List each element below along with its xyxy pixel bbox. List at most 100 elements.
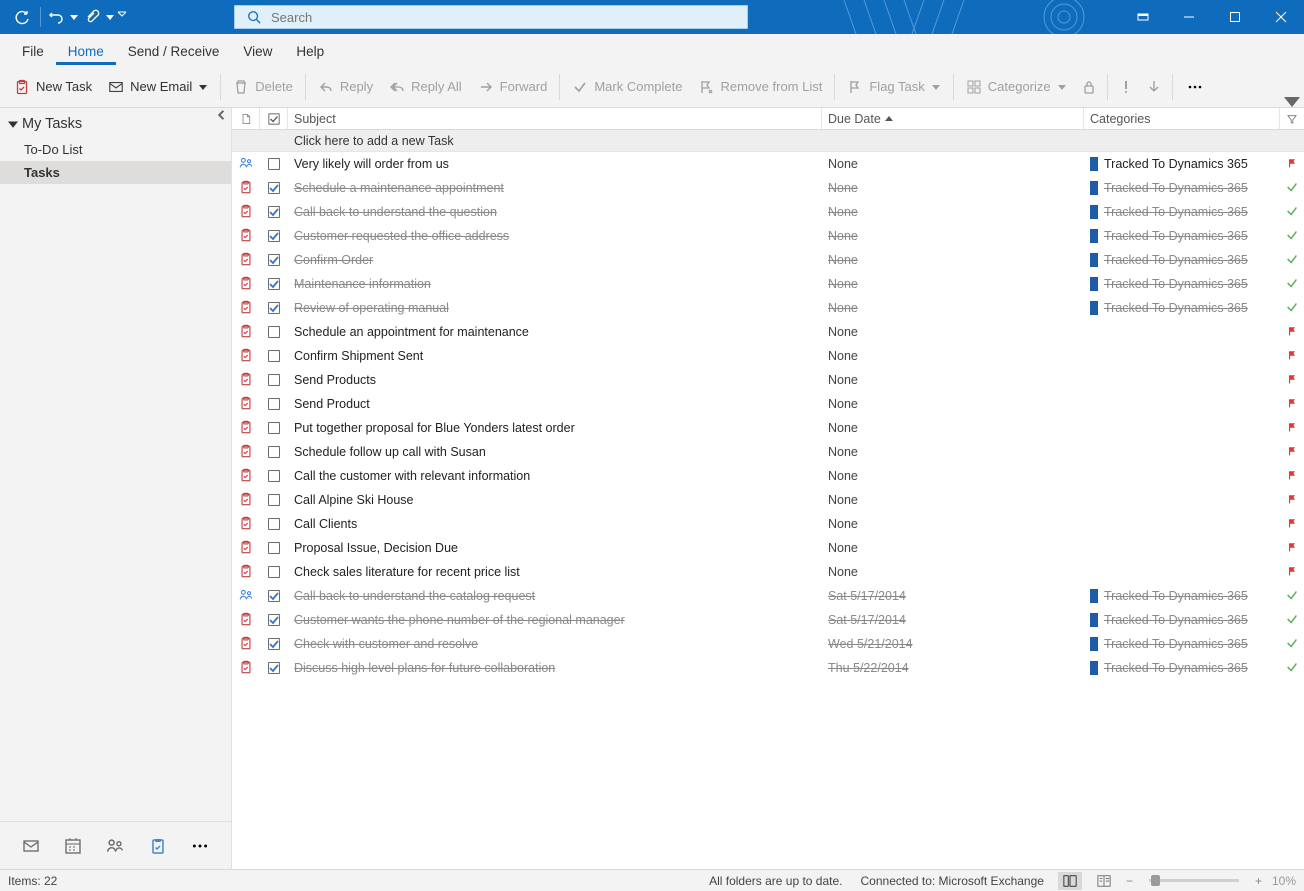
nav-calendar-icon[interactable]	[62, 835, 84, 857]
undo-dropdown[interactable]	[69, 13, 79, 21]
task-row[interactable]: Call Alpine Ski HouseNone	[232, 488, 1304, 512]
flag-icon[interactable]	[1286, 565, 1298, 580]
complete-checkbox[interactable]	[268, 446, 280, 458]
complete-icon[interactable]	[1285, 612, 1299, 629]
complete-checkbox[interactable]	[268, 278, 280, 290]
task-row[interactable]: Call the customer with relevant informat…	[232, 464, 1304, 488]
high-importance-button[interactable]	[1112, 70, 1140, 104]
complete-icon[interactable]	[1285, 180, 1299, 197]
task-row[interactable]: Schedule a maintenance appointmentNoneTr…	[232, 176, 1304, 200]
add-task-row[interactable]: Click here to add a new Task	[232, 130, 1304, 152]
categorize-button[interactable]: Categorize	[958, 70, 1075, 104]
task-row[interactable]: Send ProductNone	[232, 392, 1304, 416]
collapse-nav-button[interactable]	[215, 108, 229, 122]
task-row[interactable]: Send ProductsNone	[232, 368, 1304, 392]
low-importance-button[interactable]	[1140, 70, 1168, 104]
menu-help[interactable]: Help	[284, 40, 336, 65]
flag-icon[interactable]	[1286, 493, 1298, 508]
reply-all-button[interactable]: Reply All	[381, 70, 470, 104]
complete-checkbox[interactable]	[268, 326, 280, 338]
complete-checkbox[interactable]	[268, 422, 280, 434]
qat-more[interactable]	[117, 3, 133, 31]
task-row[interactable]: Customer wants the phone number of the r…	[232, 608, 1304, 632]
complete-checkbox[interactable]	[268, 254, 280, 266]
private-button[interactable]	[1075, 70, 1103, 104]
complete-checkbox[interactable]	[268, 542, 280, 554]
close-button[interactable]	[1258, 0, 1304, 34]
complete-checkbox[interactable]	[268, 302, 280, 314]
complete-checkbox[interactable]	[268, 182, 280, 194]
complete-icon[interactable]	[1285, 276, 1299, 293]
nav-tasks-icon[interactable]	[147, 835, 169, 857]
task-row[interactable]: Very likely will order from usNoneTracke…	[232, 152, 1304, 176]
complete-checkbox[interactable]	[268, 470, 280, 482]
forward-button[interactable]: Forward	[470, 70, 556, 104]
flag-icon[interactable]	[1286, 157, 1298, 172]
menu-view[interactable]: View	[231, 40, 284, 65]
complete-checkbox[interactable]	[268, 566, 280, 578]
complete-checkbox[interactable]	[268, 350, 280, 362]
maximize-button[interactable]	[1212, 0, 1258, 34]
nav-tasks[interactable]: Tasks	[0, 161, 231, 184]
task-row[interactable]: Review of operating manualNoneTracked To…	[232, 296, 1304, 320]
col-type[interactable]	[232, 108, 260, 129]
flag-icon[interactable]	[1286, 373, 1298, 388]
delete-button[interactable]: Delete	[225, 70, 301, 104]
col-categories[interactable]: Categories	[1084, 108, 1280, 129]
col-filter[interactable]	[1280, 108, 1304, 129]
col-complete[interactable]	[260, 108, 288, 129]
complete-checkbox[interactable]	[268, 398, 280, 410]
task-row[interactable]: Call back to understand the catalog requ…	[232, 584, 1304, 608]
normal-view-button[interactable]	[1058, 872, 1082, 890]
col-subject[interactable]: Subject	[288, 108, 822, 129]
nav-mail-icon[interactable]	[20, 835, 42, 857]
remove-from-list-button[interactable]: Remove from List	[690, 70, 830, 104]
new-task-button[interactable]: New Task	[6, 70, 100, 104]
add-task-prompt[interactable]: Click here to add a new Task	[288, 130, 822, 151]
flag-icon[interactable]	[1286, 421, 1298, 436]
flag-task-button[interactable]: Flag Task	[839, 70, 948, 104]
nav-more-icon[interactable]	[189, 835, 211, 857]
reading-view-button[interactable]	[1092, 872, 1116, 890]
complete-checkbox[interactable]	[268, 494, 280, 506]
complete-icon[interactable]	[1285, 588, 1299, 605]
menu-home[interactable]: Home	[56, 40, 116, 65]
new-email-button[interactable]: New Email	[100, 70, 216, 104]
task-row[interactable]: Proposal Issue, Decision DueNone	[232, 536, 1304, 560]
task-row[interactable]: Confirm OrderNoneTracked To Dynamics 365	[232, 248, 1304, 272]
task-row[interactable]: Schedule follow up call with SusanNone	[232, 440, 1304, 464]
my-tasks-header[interactable]: My Tasks	[0, 108, 231, 138]
complete-icon[interactable]	[1285, 300, 1299, 317]
reply-button[interactable]: Reply	[310, 70, 381, 104]
complete-checkbox[interactable]	[268, 662, 280, 674]
complete-checkbox[interactable]	[268, 518, 280, 530]
col-due-date[interactable]: Due Date	[822, 108, 1084, 129]
complete-checkbox[interactable]	[268, 230, 280, 242]
flag-icon[interactable]	[1286, 325, 1298, 340]
task-row[interactable]: Customer requested the office addressNon…	[232, 224, 1304, 248]
task-row[interactable]: Schedule an appointment for maintenanceN…	[232, 320, 1304, 344]
menu-file[interactable]: File	[10, 40, 56, 65]
mark-complete-button[interactable]: Mark Complete	[564, 70, 690, 104]
complete-icon[interactable]	[1285, 636, 1299, 653]
sync-button[interactable]	[8, 3, 36, 31]
nav-people-icon[interactable]	[104, 835, 126, 857]
collapse-ribbon-button[interactable]	[1284, 93, 1300, 109]
task-row[interactable]: Call back to understand the questionNone…	[232, 200, 1304, 224]
more-commands-button[interactable]	[1181, 70, 1209, 104]
complete-checkbox[interactable]	[268, 590, 280, 602]
zoom-out-button[interactable]: −	[1126, 874, 1133, 888]
minimize-button[interactable]	[1166, 0, 1212, 34]
task-row[interactable]: Discuss high level plans for future coll…	[232, 656, 1304, 680]
undo-button[interactable]	[45, 3, 67, 31]
task-row[interactable]: Maintenance informationNoneTracked To Dy…	[232, 272, 1304, 296]
menu-send-receive[interactable]: Send / Receive	[116, 40, 232, 65]
flag-icon[interactable]	[1286, 397, 1298, 412]
task-row[interactable]: Check sales literature for recent price …	[232, 560, 1304, 584]
complete-icon[interactable]	[1285, 204, 1299, 221]
flag-icon[interactable]	[1286, 541, 1298, 556]
flag-icon[interactable]	[1286, 349, 1298, 364]
flag-icon[interactable]	[1286, 469, 1298, 484]
complete-icon[interactable]	[1285, 228, 1299, 245]
complete-checkbox[interactable]	[268, 638, 280, 650]
